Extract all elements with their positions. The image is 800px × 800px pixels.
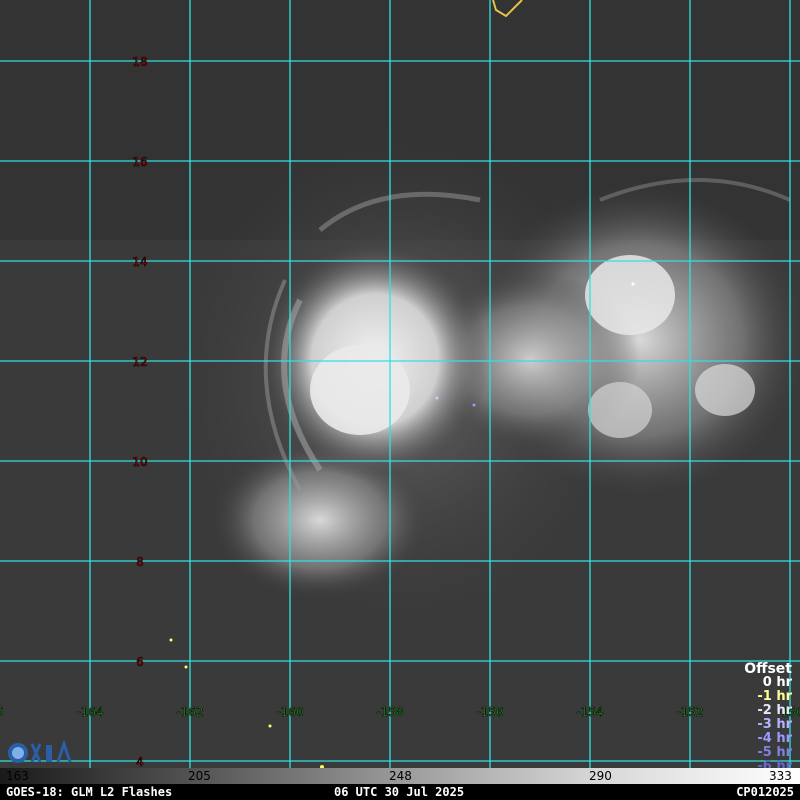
product-label: GOES-18: GLM L2 Flashes bbox=[6, 785, 173, 799]
colorbar-tick: 248 bbox=[389, 769, 412, 783]
offset-item: -2 hr bbox=[757, 703, 792, 718]
satellite-viewer: 18 16 14 12 10 8 6 4 -166 -164 -162 -160 -158 -156 -1… bbox=[0, 0, 800, 800]
offset-item: -4 hr bbox=[757, 731, 792, 746]
longitude-label: -162 bbox=[176, 705, 203, 719]
longitude-label: -158 bbox=[376, 705, 403, 719]
status-bar: GOES-18: GLM L2 Flashes 06 UTC 30 Jul 20… bbox=[0, 784, 800, 800]
cira-logo bbox=[8, 740, 72, 763]
colorbar-tick: 333 bbox=[769, 769, 792, 783]
latitude-label: 18 bbox=[132, 55, 147, 69]
longitude-label: -160 bbox=[276, 705, 303, 719]
offset-item: 0 hr bbox=[762, 675, 792, 690]
offset-item: -5 hr bbox=[757, 745, 792, 760]
satellite-imagery: 18 16 14 12 10 8 6 4 -166 -164 -162 -160 -158 -156 -1… bbox=[0, 0, 800, 768]
offset-item: -1 hr bbox=[757, 689, 792, 704]
longitude-label: -164 bbox=[76, 705, 103, 719]
longitude-label: -154 bbox=[576, 705, 603, 719]
time-offset-legend: Offset 0 hr -1 hr -2 hr -3 hr -4 hr -5 h… bbox=[732, 662, 792, 774]
brightness-temperature-colorbar: 163 205 248 290 333 bbox=[0, 768, 800, 784]
latitude-label: 6 bbox=[136, 655, 144, 669]
latitude-label: 16 bbox=[132, 155, 147, 169]
longitude-label: -166 bbox=[0, 705, 4, 719]
colorbar-tick: 290 bbox=[589, 769, 612, 783]
colorbar-tick: 205 bbox=[188, 769, 211, 783]
latitude-label: 4 bbox=[136, 755, 144, 768]
latitude-label: 14 bbox=[132, 255, 147, 269]
longitude-label: -152 bbox=[676, 705, 703, 719]
timestamp-label: 06 UTC 30 Jul 2025 bbox=[334, 785, 465, 799]
latitude-label: 10 bbox=[132, 455, 147, 469]
offset-item: -3 hr bbox=[757, 717, 792, 732]
offset-legend-title: Offset bbox=[744, 661, 792, 677]
longitude-label: -156 bbox=[476, 705, 503, 719]
storm-id-label: CP012025 bbox=[736, 785, 794, 799]
colorbar-tick: 163 bbox=[6, 769, 29, 783]
latitude-label: 12 bbox=[132, 355, 147, 369]
latitude-label: 8 bbox=[136, 555, 144, 569]
